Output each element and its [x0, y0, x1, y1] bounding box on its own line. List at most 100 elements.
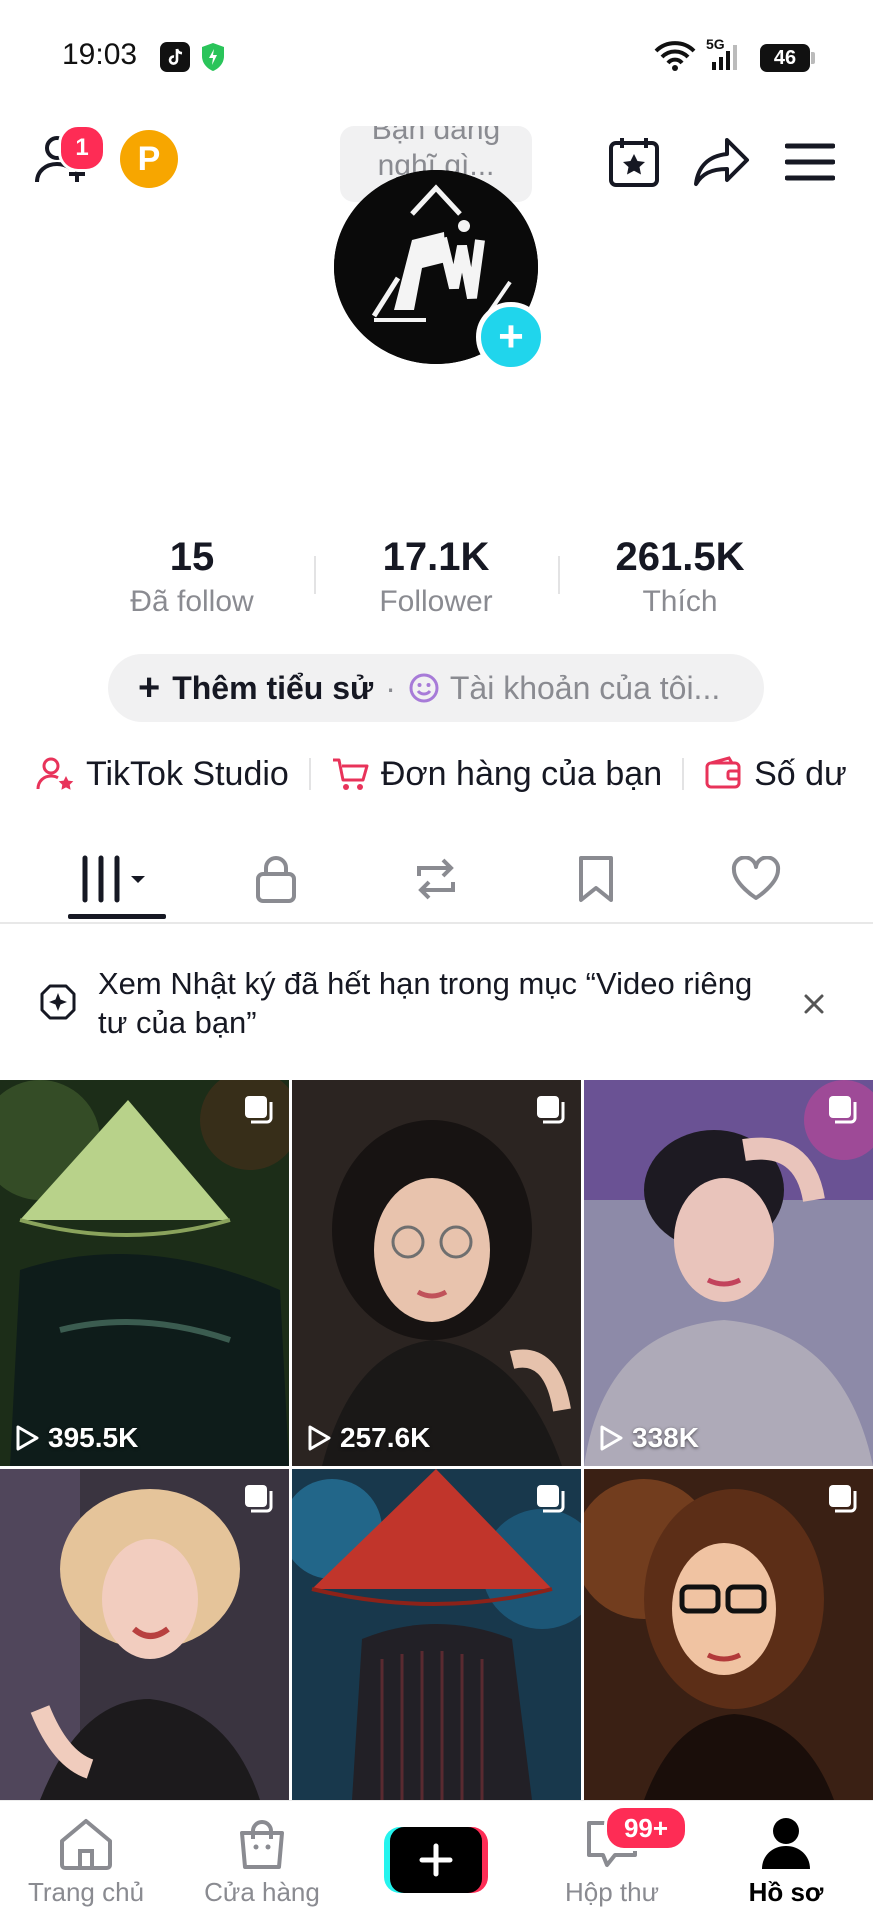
nav-shop[interactable]: Cửa hàng [182, 1801, 342, 1921]
share-icon [694, 138, 749, 186]
account-label: Tài khoản của tôi... [449, 669, 721, 706]
friend-request-badge: 1 [58, 124, 106, 172]
shield-icon [200, 42, 226, 77]
tab-videos[interactable] [36, 836, 196, 922]
points-label: P [137, 139, 161, 178]
view-count: 257.6K [306, 1422, 430, 1454]
play-icon [308, 1425, 331, 1451]
menu-button[interactable] [782, 136, 838, 188]
video-thumbnail[interactable]: 257.6K [292, 1080, 581, 1466]
video-thumbnail[interactable] [0, 1469, 289, 1800]
following-stat[interactable]: 15 Đã follow [92, 534, 292, 622]
video-thumbnail[interactable]: 338K [584, 1080, 873, 1466]
followers-stat[interactable]: 17.1K Follower [336, 534, 536, 622]
view-count: 338K [598, 1422, 699, 1454]
video-thumbnail[interactable] [584, 1469, 873, 1800]
following-count: 15 [169, 535, 215, 579]
add-avatar-button[interactable]: + [476, 302, 546, 372]
likes-stat[interactable]: 261.5K Thích [580, 534, 780, 622]
notice-text: Xem Nhật ký đã hết hạn trong mục “Video … [98, 966, 753, 1040]
play-icon [16, 1425, 39, 1451]
plus-icon: + [498, 312, 524, 361]
video-thumbnail[interactable] [292, 1469, 581, 1800]
stat-divider [314, 556, 316, 594]
create-button-core [390, 1827, 482, 1893]
view-count-text: 338K [632, 1422, 699, 1453]
shopping-bag-icon [240, 1820, 284, 1869]
multi-photo-icon [535, 1483, 567, 1520]
nav-inbox-label: Hộp thư [564, 1877, 659, 1907]
calendar-button[interactable] [606, 134, 662, 190]
nav-home[interactable]: Trang chủ [6, 1801, 166, 1921]
tab-saved[interactable] [516, 836, 676, 922]
tiktok-app-icon [160, 42, 190, 77]
tools-row: TikTok Studio Đơn hàng của bạn Số dư [36, 748, 873, 800]
multi-photo-icon [535, 1094, 567, 1131]
calendar-star-icon [609, 138, 659, 187]
status-time: 19:03 [62, 38, 138, 71]
battery-icon: 46 [760, 44, 810, 72]
view-count: 395.5K [14, 1422, 138, 1454]
multi-photo-icon [243, 1483, 275, 1520]
orders-link[interactable]: Đơn hàng của bạn [331, 755, 662, 794]
tab-private[interactable] [196, 836, 356, 922]
profile-icon [762, 1818, 810, 1869]
wifi-icon [654, 40, 696, 77]
wallet-icon [705, 756, 741, 789]
create-button[interactable] [384, 1827, 488, 1893]
add-bio-button[interactable]: + Thêm tiểu sử · Tài khoản của tôi... [108, 654, 764, 722]
video-thumbnail[interactable]: 395.5K [0, 1080, 289, 1466]
nav-profile[interactable]: Hồ sơ [706, 1801, 866, 1921]
add-bio-label: Thêm tiểu sử [172, 669, 374, 706]
plus-icon [419, 1843, 453, 1877]
tool-divider [308, 758, 311, 790]
inbox-badge: 99+ [604, 1805, 688, 1851]
likes-count: 261.5K [615, 535, 745, 579]
status-bar: 19:03 5G 46 [0, 0, 873, 100]
stat-divider [558, 556, 560, 594]
view-count-text: 257.6K [340, 1422, 431, 1453]
points-button[interactable]: P [120, 130, 178, 188]
user-star-icon [36, 757, 74, 790]
home-icon [60, 1819, 112, 1870]
hamburger-menu-icon [785, 143, 835, 181]
thumbnail-image [584, 1080, 873, 1466]
tab-reposts[interactable] [356, 836, 516, 922]
signal-icon [710, 44, 740, 77]
tab-liked[interactable] [676, 836, 836, 922]
battery-level: 46 [773, 46, 797, 69]
nav-home-label: Trang chủ [27, 1877, 145, 1907]
multi-photo-icon [827, 1483, 859, 1520]
bio-separator: · [385, 669, 396, 706]
close-notice-button[interactable] [796, 986, 832, 1022]
cart-icon [332, 758, 369, 790]
followers-count: 17.1K [382, 535, 490, 579]
heart-icon [731, 856, 781, 900]
smiley-icon [408, 672, 440, 704]
sparkle-box-icon [38, 982, 78, 1027]
likes-label: Thích [642, 585, 718, 618]
video-grid: 395.5K 257.6K 338K [0, 1080, 873, 1800]
share-profile-button[interactable] [692, 134, 752, 190]
active-tab-indicator [68, 914, 166, 919]
battery-tip [811, 52, 815, 64]
followers-label: Follower [379, 585, 493, 618]
lock-icon [256, 856, 296, 903]
following-label: Đã follow [130, 585, 254, 618]
bookmark-icon [579, 856, 613, 902]
thumbnail-image [0, 1080, 289, 1466]
nav-shop-label: Cửa hàng [204, 1877, 320, 1907]
balance-link[interactable]: Số dư [704, 755, 847, 794]
tiktok-studio-link[interactable]: TikTok Studio [36, 755, 289, 794]
close-icon [804, 994, 824, 1014]
orders-label: Đơn hàng của bạn [380, 754, 663, 793]
videos-grid-icon [82, 855, 145, 903]
multi-photo-icon [243, 1094, 275, 1131]
tool-divider [682, 758, 685, 790]
bottom-navigation: Trang chủ Cửa hàng Hộp thư 99+ Hồ sơ [0, 1800, 873, 1921]
content-tabs [0, 836, 873, 924]
plus-icon: + [138, 666, 161, 709]
view-count-text: 395.5K [48, 1422, 139, 1453]
tiktok-studio-label: TikTok Studio [86, 754, 289, 793]
nav-profile-label: Hồ sơ [748, 1877, 824, 1907]
